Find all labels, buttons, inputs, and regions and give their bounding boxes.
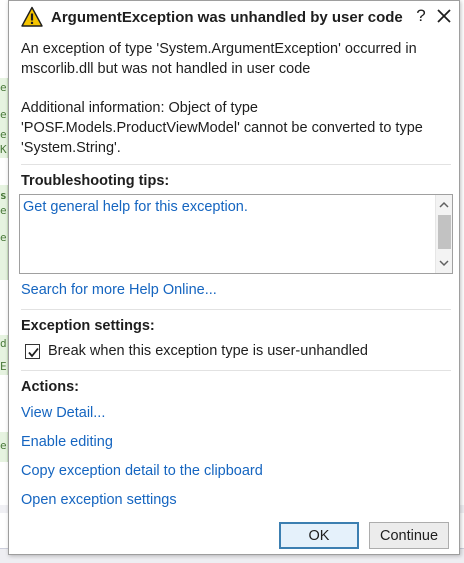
exception-settings-heading: Exception settings: [21,318,155,334]
background-code-glyph: E [0,361,7,372]
copy-exception-detail-link[interactable]: Copy exception detail to the clipboard [21,463,263,479]
dialog-title: ArgumentException was unhandled by user … [51,9,403,26]
exception-message-line: mscorlib.dll but was not handled in user… [21,61,311,77]
warning-icon [21,6,43,28]
background-code-glyph: e [0,205,7,216]
title-bar: ArgumentException was unhandled by user … [9,1,459,33]
background-code-glyph: e [0,232,7,243]
scroll-thumb[interactable] [438,215,451,249]
continue-button[interactable]: Continue [369,522,449,549]
divider [21,370,451,371]
scroll-down-icon[interactable] [436,255,452,271]
tips-scrollbar[interactable] [435,195,452,273]
open-exception-settings-link[interactable]: Open exception settings [21,492,177,508]
actions-heading: Actions: [21,379,79,395]
additional-information-line: Additional information: Object of type [21,100,258,116]
background-code-glyph: K [0,144,7,155]
close-icon[interactable] [434,6,454,26]
break-on-exception-label: Break when this exception type is user-u… [48,343,368,359]
view-detail-link[interactable]: View Detail... [21,405,105,421]
additional-information-line: 'System.String'. [21,140,121,156]
exception-dialog: ArgumentException was unhandled by user … [8,0,460,555]
additional-information-line: 'POSF.Models.ProductViewModel' cannot be… [21,120,423,136]
general-help-link[interactable]: Get general help for this exception. [23,199,248,215]
additional-information: Additional information: Object of type '… [21,98,446,158]
background-code-glyph: d. [0,338,8,349]
search-help-online-link[interactable]: Search for more Help Online... [21,282,217,298]
enable-editing-link[interactable]: Enable editing [21,434,113,450]
background-code-glyph: e [0,109,7,120]
exception-message: An exception of type 'System.ArgumentExc… [21,39,446,79]
help-button[interactable]: ? [412,5,430,27]
break-on-exception-checkbox[interactable] [25,343,40,359]
background-code-glyph: s [0,190,7,201]
break-on-exception-option[interactable]: Break when this exception type is user-u… [25,343,368,359]
background-code-glyph: e [0,82,7,93]
troubleshooting-tips-list: Get general help for this exception. [19,194,453,274]
background-code-glyph: e [0,129,7,140]
troubleshooting-heading: Troubleshooting tips: [21,173,170,189]
divider [21,164,451,165]
exception-message-line: An exception of type 'System.ArgumentExc… [21,41,417,57]
background-code-glyph: e [0,440,7,451]
ok-button[interactable]: OK [279,522,359,549]
divider [21,309,451,310]
scroll-up-icon[interactable] [436,197,452,213]
